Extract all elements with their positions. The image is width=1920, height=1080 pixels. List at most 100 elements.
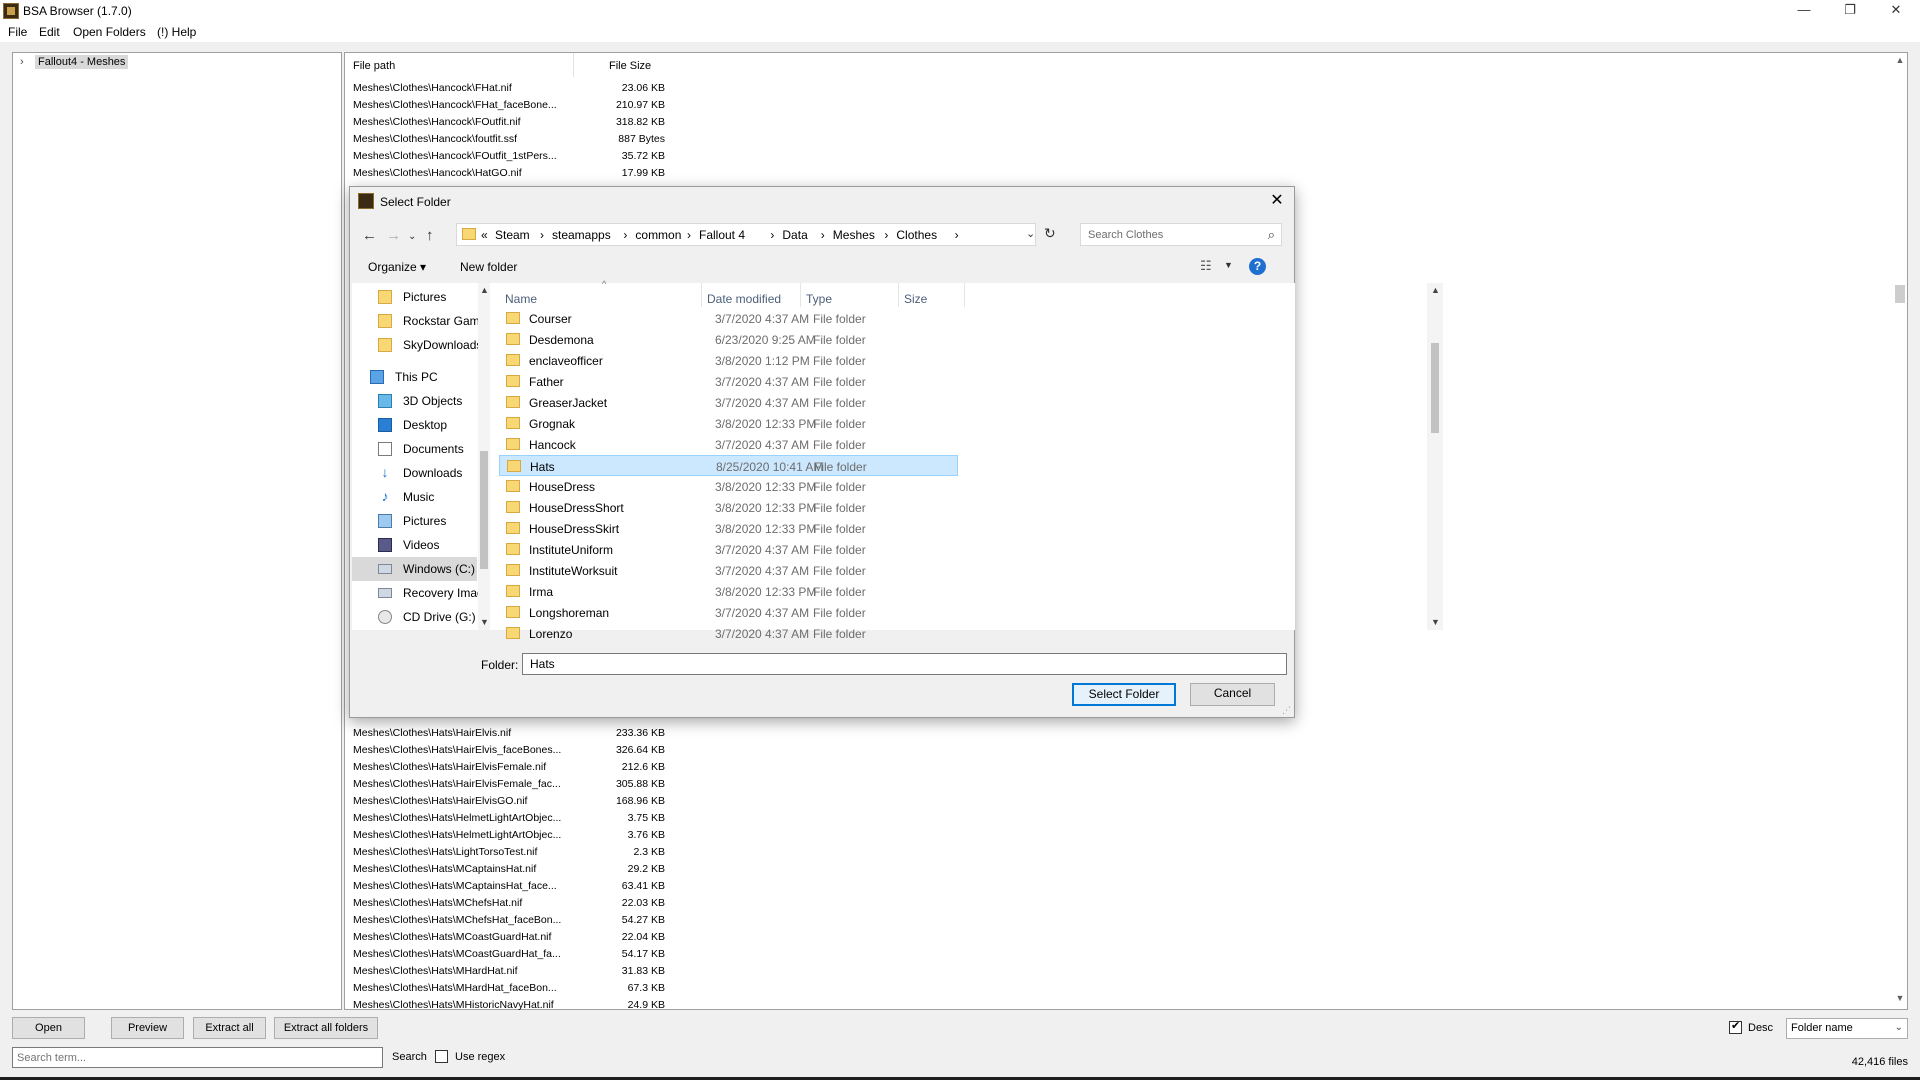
- folder-row[interactable]: Longshoreman 3/7/2020 4:37 AM File folder: [499, 602, 958, 623]
- view-dropdown-icon[interactable]: ▼: [1224, 260, 1233, 270]
- file-list-row[interactable]: Meshes\Clothes\Hats\MCaptainsHat_face...…: [345, 878, 665, 895]
- dialog-search-input[interactable]: Search Clothes ⌕: [1080, 223, 1282, 246]
- column-divider[interactable]: [573, 53, 574, 77]
- file-list-row[interactable]: Meshes\Clothes\Hats\HelmetLightArtObjec.…: [345, 810, 665, 827]
- column-divider[interactable]: [898, 283, 899, 307]
- nav-item[interactable]: Pictures: [352, 509, 477, 533]
- help-icon[interactable]: ?: [1249, 258, 1266, 275]
- breadcrumb-item[interactable]: common: [635, 228, 681, 242]
- extract-all-button[interactable]: Extract all: [193, 1017, 266, 1039]
- nav-item[interactable]: Recovery Image: [352, 581, 490, 605]
- nav-item[interactable]: ↓ Downloads: [352, 461, 477, 485]
- file-list-row[interactable]: Meshes\Clothes\Hats\LightTorsoTest.nif 2.…: [345, 844, 665, 861]
- breadcrumb-separator-icon[interactable]: ›: [821, 228, 825, 242]
- column-size[interactable]: Size: [904, 292, 927, 306]
- nav-item[interactable]: Rockstar Games: [352, 309, 492, 333]
- folder-row[interactable]: Courser 3/7/2020 4:37 AM File folder: [499, 308, 958, 329]
- nav-item[interactable]: 3D Objects: [352, 389, 477, 413]
- breadcrumb-separator-icon[interactable]: ›: [623, 228, 627, 242]
- nav-item[interactable]: This PC: [352, 365, 477, 389]
- file-list-scrollbar[interactable]: ▲ ▼: [1893, 53, 1907, 1009]
- archive-tree[interactable]: › Fallout4 - Meshes: [12, 52, 342, 1010]
- search-label[interactable]: Search: [392, 1051, 427, 1063]
- column-name[interactable]: Name: [505, 292, 537, 306]
- file-list-row[interactable]: Meshes\Clothes\Hats\MCoastGuardHat_fa...…: [345, 946, 665, 963]
- folder-row[interactable]: HouseDress 3/8/2020 12:33 PM File folder: [499, 476, 958, 497]
- select-folder-button[interactable]: Select Folder: [1072, 683, 1176, 706]
- nav-item[interactable]: Windows (C:): [352, 557, 477, 581]
- file-list-row[interactable]: Meshes\Clothes\Hats\HairElvis.nif 233.36 …: [345, 725, 665, 742]
- breadcrumb-separator-icon[interactable]: ›: [687, 228, 691, 242]
- file-list-row[interactable]: Meshes\Clothes\Hancock\FOutfit_1stPers..…: [345, 148, 665, 165]
- folder-row[interactable]: HouseDressShort 3/8/2020 12:33 PM File fol…: [499, 497, 958, 518]
- scrollbar-thumb[interactable]: [1431, 343, 1439, 433]
- search-input[interactable]: [12, 1047, 383, 1068]
- scroll-down-arrow-icon[interactable]: ▼: [480, 617, 489, 627]
- nav-item[interactable]: Videos: [352, 533, 477, 557]
- scroll-down-arrow-icon[interactable]: ▼: [1895, 993, 1905, 1003]
- breadcrumb-separator-icon[interactable]: ›: [540, 228, 544, 242]
- folder-row[interactable]: GreaserJacket 3/7/2020 4:37 AM File folder: [499, 392, 958, 413]
- file-list-row[interactable]: Meshes\Clothes\Hancock\HatGO.nif 17.99 KB: [345, 165, 665, 182]
- chevron-right-icon[interactable]: ›: [20, 56, 24, 68]
- desc-checkbox[interactable]: [1729, 1019, 1742, 1034]
- scrollbar-thumb[interactable]: [480, 451, 488, 569]
- nav-item[interactable]: Desktop: [352, 413, 477, 437]
- folder-row[interactable]: Father 3/7/2020 4:37 AM File folder: [499, 371, 958, 392]
- file-list-row[interactable]: Meshes\Clothes\Hats\HelmetLightArtObjec.…: [345, 827, 665, 844]
- preview-button[interactable]: Preview: [111, 1017, 184, 1039]
- menu-edit[interactable]: Edit: [39, 25, 60, 39]
- scroll-up-arrow-icon[interactable]: ▲: [1895, 55, 1905, 65]
- folder-row[interactable]: Grognak 3/8/2020 12:33 PM File folder: [499, 413, 958, 434]
- breadcrumb-separator-icon[interactable]: ›: [770, 228, 774, 242]
- folder-list[interactable]: ^ Name Date modified Type Size Courser 3/…: [490, 279, 1443, 641]
- menu-help[interactable]: (!) Help: [157, 25, 196, 39]
- forward-arrow-icon[interactable]: →: [386, 227, 401, 244]
- column-divider[interactable]: [800, 283, 801, 307]
- breadcrumb-item[interactable]: Data: [782, 228, 807, 242]
- refresh-icon[interactable]: ↻: [1044, 225, 1056, 242]
- file-list-row[interactable]: Meshes\Clothes\Hats\HairElvisGO.nif 168.9…: [345, 793, 665, 810]
- scroll-up-arrow-icon[interactable]: ▲: [1431, 285, 1440, 295]
- folder-row[interactable]: InstituteUniform 3/7/2020 4:37 AM File fol…: [499, 539, 958, 560]
- folder-row[interactable]: InstituteWorksuit 3/7/2020 4:37 AM File fo…: [499, 560, 958, 581]
- minimize-button[interactable]: —: [1781, 0, 1827, 22]
- file-list-row[interactable]: Meshes\Clothes\Hats\MHistoricNavyHat.nif…: [345, 997, 665, 1014]
- folder-row[interactable]: Hancock 3/7/2020 4:37 AM File folder: [499, 434, 958, 455]
- file-list-row[interactable]: Meshes\Clothes\Hats\HairElvis_faceBones.…: [345, 742, 665, 759]
- scroll-down-arrow-icon[interactable]: ▼: [1431, 617, 1440, 627]
- folder-name-input[interactable]: [522, 653, 1287, 675]
- column-type[interactable]: Type: [806, 292, 832, 306]
- file-list-row[interactable]: Meshes\Clothes\Hancock\FHat.nif 23.06 KB: [345, 80, 665, 97]
- sort-select[interactable]: Folder name ⌄: [1786, 1018, 1908, 1039]
- column-file-path[interactable]: File path: [353, 60, 395, 72]
- nav-item[interactable]: Documents: [352, 437, 477, 461]
- breadcrumb-item[interactable]: Meshes: [833, 228, 875, 242]
- nav-pane-scrollbar[interactable]: ▲ ▼: [478, 283, 490, 630]
- scroll-up-arrow-icon[interactable]: ▲: [480, 285, 489, 295]
- address-dropdown-icon[interactable]: ⌄: [1026, 227, 1035, 240]
- new-folder-button[interactable]: New folder: [460, 260, 517, 274]
- column-divider[interactable]: [701, 283, 702, 307]
- up-arrow-icon[interactable]: ↑: [426, 227, 434, 244]
- tree-root-node[interactable]: Fallout4 - Meshes: [35, 55, 129, 69]
- file-list-row[interactable]: Meshes\Clothes\Hancock\FHat_faceBone... 2…: [345, 97, 665, 114]
- column-divider[interactable]: [964, 283, 965, 307]
- scrollbar-thumb[interactable]: [1895, 285, 1905, 303]
- breadcrumb-separator-icon[interactable]: «: [481, 228, 488, 242]
- file-list-row[interactable]: Meshes\Clothes\Hats\HairElvisFemale_fac.…: [345, 776, 665, 793]
- nav-item[interactable]: CD Drive (G:): [352, 605, 477, 629]
- desc-label[interactable]: Desc: [1748, 1022, 1773, 1034]
- extract-all-folders-button[interactable]: Extract all folders: [274, 1017, 378, 1039]
- breadcrumb-item[interactable]: Fallout 4: [699, 228, 745, 242]
- file-list-row[interactable]: Meshes\Clothes\Hats\MCoastGuardHat.nif 22…: [345, 929, 665, 946]
- recent-locations-chevron-icon[interactable]: ⌄: [408, 231, 416, 242]
- menu-open-folders[interactable]: Open Folders: [73, 25, 146, 39]
- file-list-row[interactable]: Meshes\Clothes\Hats\HairElvisFemale.nif 2…: [345, 759, 665, 776]
- folder-row[interactable]: HouseDressSkirt 3/8/2020 12:33 PM File fol…: [499, 518, 958, 539]
- navigation-pane[interactable]: Pictures Rockstar Games SkyDownloads This P…: [352, 283, 492, 630]
- view-options-icon[interactable]: ☷: [1200, 258, 1212, 274]
- file-list-row[interactable]: Meshes\Clothes\Hats\MChefsHat_faceBon...…: [345, 912, 665, 929]
- file-list-row[interactable]: Meshes\Clothes\Hancock\foutfit.ssf 887 By…: [345, 131, 665, 148]
- nav-item[interactable]: Pictures: [352, 285, 477, 309]
